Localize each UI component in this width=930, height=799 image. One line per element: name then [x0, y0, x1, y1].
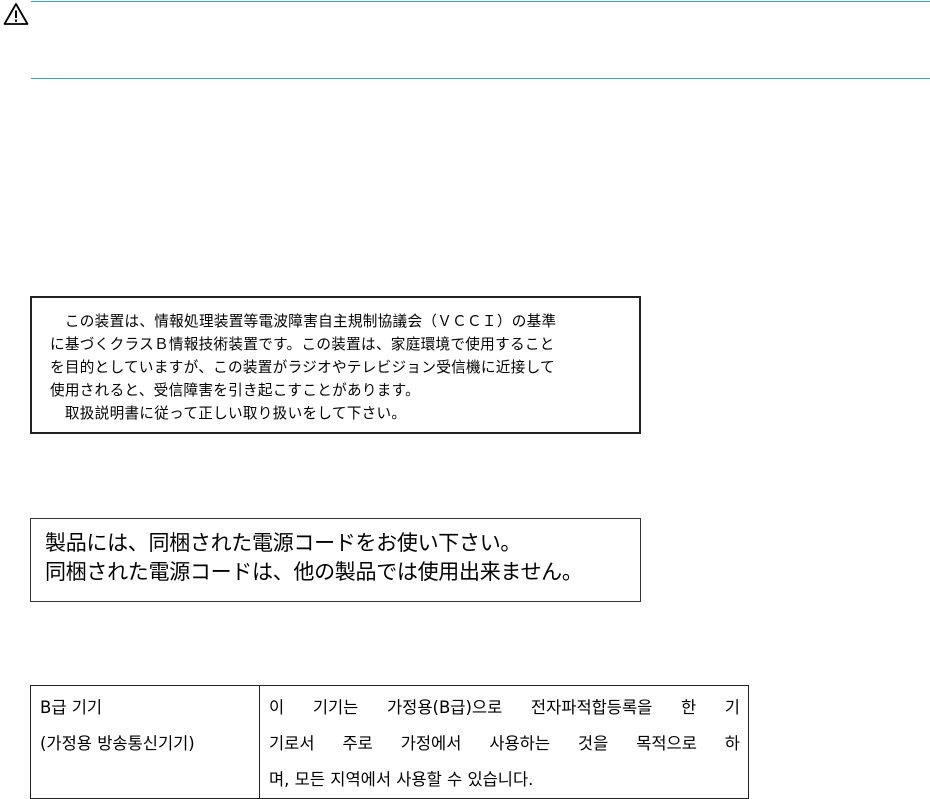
vcci-line: 取扱説明書に従って正しい取り扱いをして下さい。 — [50, 405, 407, 422]
warning-icon — [3, 3, 29, 25]
power-cord-notice-box: 製品には、同梱された電源コードをお使い下さい。 同梱された電源コードは、他の製品… — [30, 518, 641, 602]
device-class-label: B급 기기 — [40, 698, 103, 717]
device-class-sublabel: (가정용 방송통신기기) — [40, 734, 195, 753]
device-description-cell: 이 기기는 가정용(B급)으로 전자파적합등록을 한 기 기로서 주로 가정에서… — [259, 685, 749, 799]
vcci-line: 使用されると、受信障害を引き起こすことがあります。 — [50, 382, 421, 399]
vcci-line: この装置は、情報処理装置等電波障害自主規制協議会（ＶＣＣＩ）の基準 — [50, 313, 557, 330]
vcci-notice-box: この装置は、情報処理装置等電波障害自主規制協議会（ＶＣＣＩ）の基準 に基づくクラ… — [30, 296, 641, 434]
power-cord-line: 同梱された電源コードは、他の製品では使用出来ません。 — [45, 560, 583, 584]
device-class-cell: B급 기기 (가정용 방송통신기기) — [30, 685, 260, 799]
description-line: 이 기기는 가정용(B급)으로 전자파적합등록을 한 기 — [269, 698, 740, 717]
bottom-rule — [31, 78, 930, 79]
description-line: 기로서 주로 가정에서 사용하는 것을 목적으로 하 — [269, 734, 740, 753]
vcci-line: に基づくクラスＢ情報技術装置です。この装置は、家庭環境で使用すること — [50, 336, 555, 353]
table-row: B급 기기 (가정용 방송통신기기) 이 기기는 가정용(B급)으로 전자파적합… — [30, 685, 749, 799]
korean-class-b-table: B급 기기 (가정용 방송통신기기) 이 기기는 가정용(B급)으로 전자파적합… — [30, 685, 749, 799]
top-rule — [31, 1, 930, 2]
vcci-line: を目的としていますが、この装置がラジオやテレビジョン受信機に近接して — [50, 359, 555, 376]
power-cord-line: 製品には、同梱された電源コードをお使い下さい。 — [45, 531, 522, 555]
description-line: 며, 모든 지역에서 사용할 수 있습니다. — [269, 770, 534, 789]
